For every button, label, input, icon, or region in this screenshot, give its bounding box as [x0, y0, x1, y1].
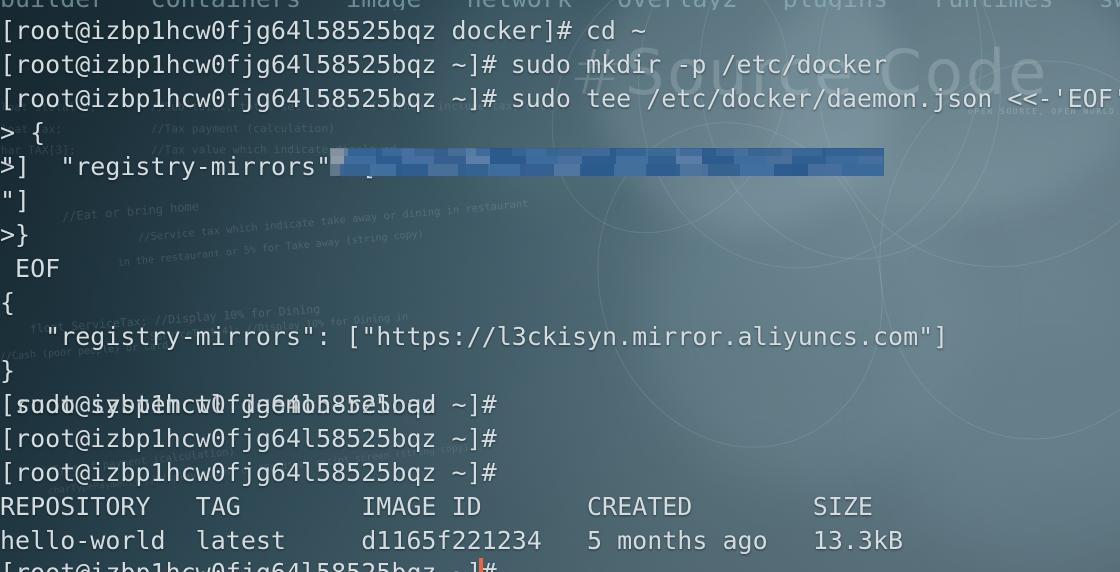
terminal-window[interactable]: float stotal=0; //Sub total, total set c… — [0, 0, 1120, 572]
json-output-open-brace: EOF — [0, 254, 61, 283]
terminal-line-mkdir: [root@izbp1hcw0fjg64l58525bqz ~]# — [0, 50, 497, 79]
heredoc-eof: } — [0, 220, 31, 249]
heredoc-close-brace: "] — [0, 186, 31, 215]
terminal-line-empty-prompt: [root@izbp1hcw0fjg64l58525bqz ~]# — [0, 424, 497, 453]
json-output-close-brace: "registry-mirrors": ["https://l3ckisyn.m… — [0, 322, 949, 351]
redacted-mirror-url — [330, 148, 884, 176]
heredoc-open-brace: { — [15, 118, 46, 147]
scrolled-off-output: builder containers image network overlay… — [0, 0, 1120, 10]
json-output-mirrors: { — [0, 288, 16, 317]
command-mkdir: sudo mkdir -p /etc/docker — [495, 50, 887, 79]
heredoc-mirrors-key: "registry-mirrors": [ — [15, 152, 377, 181]
command-tee: sudo tee /etc/docker/daemon.json <<-'EOF… — [495, 84, 1120, 113]
terminal-line-current-prompt: [root@izbp1hcw0fjg64l58525bqz ~]# — [0, 556, 497, 572]
terminal-line-tee: [root@izbp1hcw0fjg64l58525bqz ~]# — [0, 84, 497, 113]
terminal-cursor — [479, 558, 483, 572]
command-daemon-reload: } — [0, 356, 16, 385]
images-table-row: hello-world latest d1165f221234 5 months… — [0, 526, 904, 555]
terminal-screen[interactable]: builder containers image network overlay… — [0, 0, 1120, 572]
images-table-header: REPOSITORY TAG IMAGE ID CREATED SIZE — [0, 492, 873, 521]
terminal-line-cd: [root@izbp1hcw0fjg64l58525bqz docker]# — [0, 16, 572, 45]
heredoc-line-open-brace: > — [0, 118, 16, 147]
command-cd: cd ~ — [570, 16, 647, 45]
heredoc-mirrors-tail: "] — [0, 152, 31, 181]
terminal-line-docker-images: [root@izbp1hcw0fjg64l58525bqz ~]# — [0, 458, 497, 487]
command-restart-docker: sudo systemctl daemon-reload — [0, 390, 437, 419]
